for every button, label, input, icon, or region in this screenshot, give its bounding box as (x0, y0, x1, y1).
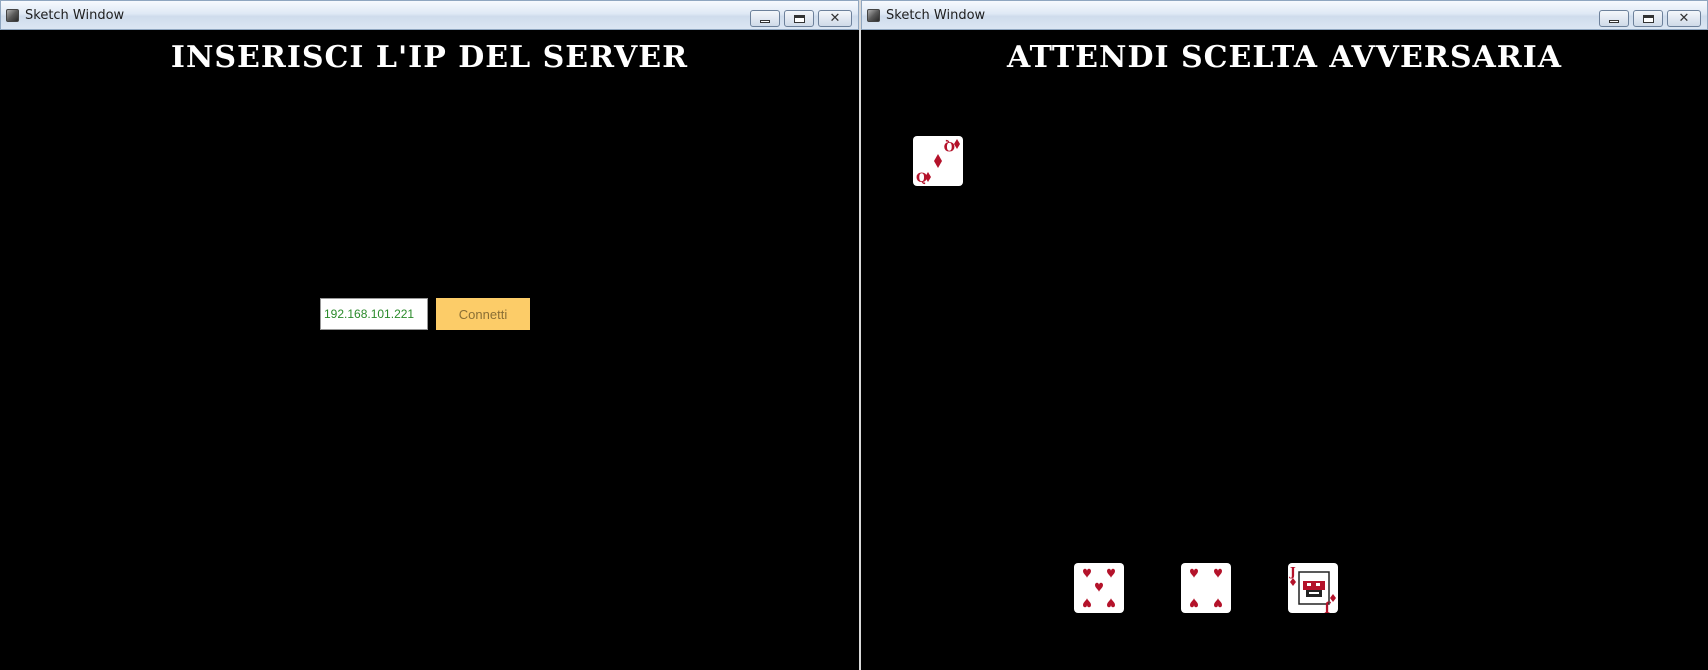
window-title: Sketch Window (886, 8, 986, 23)
card-face: Q Q (916, 138, 960, 186)
close-button[interactable]: ✕ (818, 10, 852, 27)
title-bar[interactable]: Sketch Window ✕ (861, 0, 1708, 30)
minimize-button[interactable] (1599, 10, 1629, 27)
table-card[interactable]: Q Q (913, 136, 963, 186)
window-title: Sketch Window (25, 8, 125, 23)
card-face (1083, 568, 1115, 608)
left-sketch-window: Sketch Window ✕ INSERISCI L'IP DEL SERVE… (0, 0, 859, 670)
close-button[interactable]: ✕ (1667, 10, 1701, 27)
hand-card[interactable] (1074, 563, 1124, 613)
page-heading: ATTENDI SCELTA AVVERSARIA (1006, 40, 1563, 75)
page-heading: INSERISCI L'IP DEL SERVER (170, 40, 689, 75)
svg-text:J: J (1324, 601, 1331, 613)
minimize-button[interactable] (750, 10, 780, 27)
svg-text:Q: Q (916, 171, 927, 186)
server-ip-input[interactable] (320, 298, 428, 330)
title-bar[interactable]: Sketch Window ✕ (0, 0, 859, 30)
close-icon: ✕ (1678, 11, 1690, 26)
card-face: J J (1289, 565, 1336, 613)
maximize-icon (1642, 14, 1654, 23)
maximize-button[interactable] (784, 10, 814, 27)
svg-text:J: J (1289, 565, 1296, 579)
maximize-icon (793, 14, 805, 23)
minimize-icon (760, 20, 770, 23)
close-icon: ✕ (829, 11, 841, 26)
right-sketch-window: Sketch Window ✕ ATTENDI SCELTA AVVERSARI… (861, 0, 1708, 670)
maximize-button[interactable] (1633, 10, 1663, 27)
card-face (1190, 568, 1222, 608)
minimize-icon (1609, 20, 1619, 23)
connect-button[interactable]: Connetti (436, 298, 530, 330)
hand-card[interactable]: J J (1288, 563, 1338, 613)
app-icon (867, 9, 880, 22)
app-icon (6, 9, 19, 22)
svg-text:Q: Q (944, 138, 955, 153)
hand-card[interactable] (1181, 563, 1231, 613)
